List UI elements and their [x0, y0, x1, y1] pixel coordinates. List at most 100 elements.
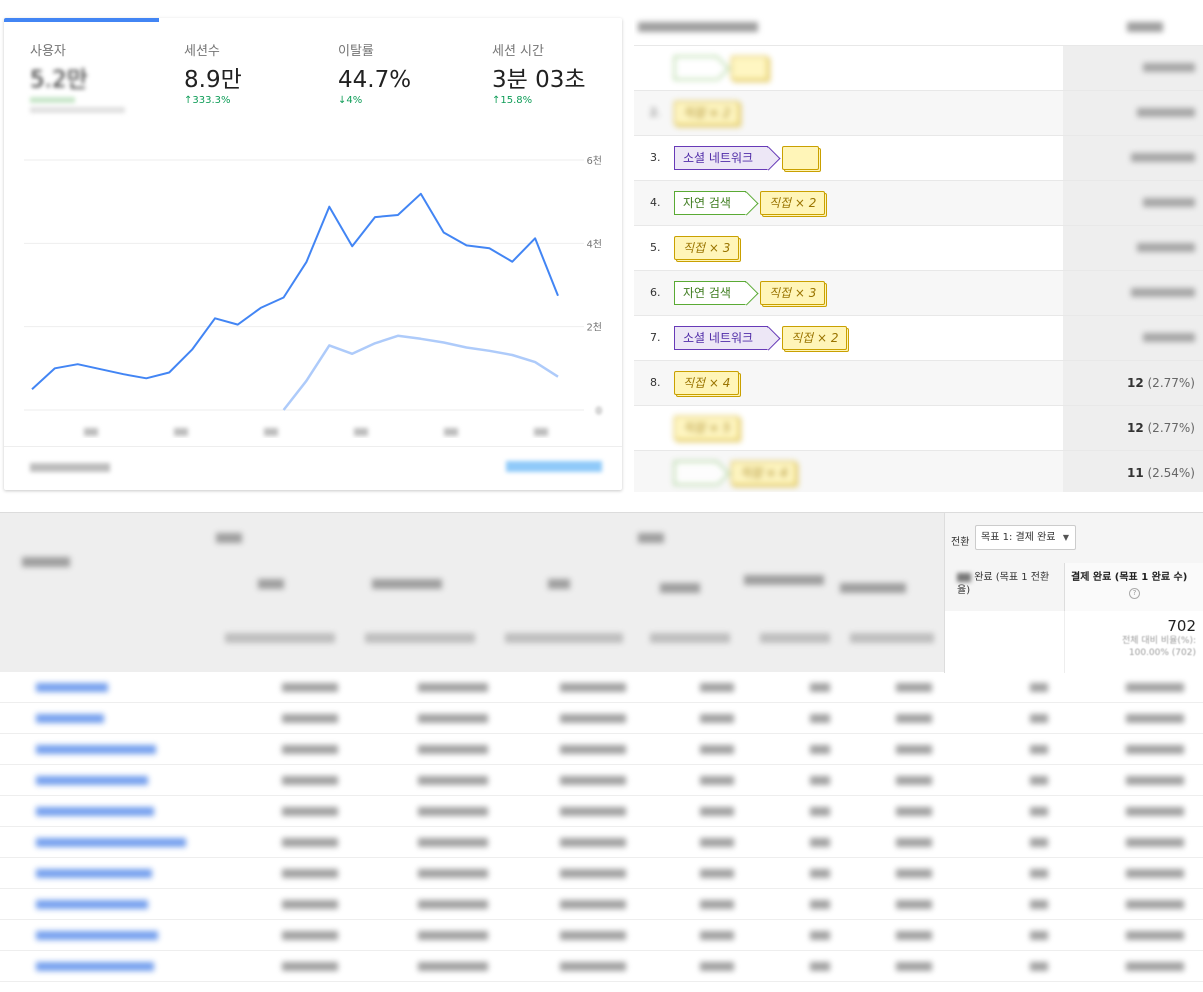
table-cell [810, 807, 830, 816]
table-cell [560, 962, 626, 971]
table-cell [560, 776, 626, 785]
conversion-count [1137, 108, 1195, 117]
path-row[interactable] [634, 45, 1203, 90]
metric-users[interactable]: 사용자 5.2만 [30, 40, 180, 119]
table-cell [1126, 745, 1184, 754]
col-header-sessions[interactable] [548, 579, 570, 589]
row-dimension-link[interactable] [36, 869, 152, 878]
table-cell [418, 807, 488, 816]
x-tick-label [84, 428, 98, 436]
table-row[interactable] [0, 703, 1203, 734]
conversion-count [1131, 288, 1195, 297]
table-cell [560, 807, 626, 816]
row-dimension-link[interactable] [36, 900, 148, 909]
table-row[interactable] [0, 951, 1203, 982]
table-cell [1030, 683, 1048, 692]
row-dimension-link[interactable] [36, 683, 108, 692]
help-icon[interactable]: ? [1129, 588, 1140, 599]
table-row[interactable] [0, 796, 1203, 827]
table-cell [1126, 838, 1184, 847]
paths-title [638, 22, 758, 32]
table-cell [896, 714, 932, 723]
table-cell [560, 900, 626, 909]
row-dimension-link[interactable] [36, 776, 148, 785]
goal-select[interactable]: 목표 1: 결제 완료 ▼ [975, 525, 1076, 550]
metric-label: 세션수 [184, 44, 220, 59]
channel-chip-organic [674, 461, 718, 485]
path-row[interactable]: 6. 자연 검색 직접 × 3 [634, 270, 1203, 315]
channel-chip-social: 소셜 네트워크 [674, 326, 769, 350]
table-row[interactable] [0, 827, 1203, 858]
table-cell [560, 683, 626, 692]
row-dimension-link[interactable] [36, 838, 186, 847]
metric-session-duration[interactable]: 세션 시간 3분 03초 ↑15.8% [492, 40, 622, 106]
col-header-bounce[interactable] [660, 583, 700, 593]
row-dimension-link[interactable] [36, 714, 104, 723]
x-tick-label [264, 428, 278, 436]
table-row[interactable] [0, 920, 1203, 951]
metric-bounce-rate[interactable]: 이탈률 44.7% ↓4% [338, 40, 488, 106]
path-row[interactable]: 직접 × 4 11 (2.54%) [634, 450, 1203, 492]
table-cell [700, 776, 734, 785]
conversion-panel: 전환 목표 1: 결제 완료 ▼ 완료 (목표 1 전환율) 결제 완료 (목표… [944, 513, 1203, 673]
table-cell [282, 807, 338, 816]
channel-chip-direct: 직접 × 3 [759, 281, 826, 305]
path-rank: 2. [650, 106, 661, 119]
table-cell [896, 962, 932, 971]
table-row[interactable] [0, 858, 1203, 889]
path-channels: 직접 × 4 [674, 460, 804, 486]
total-goal-rate [945, 611, 1065, 673]
path-row[interactable]: 직접 × 5 12 (2.77%) [634, 405, 1203, 450]
analytics-page: 사용자 5.2만 세션수 8.9만 ↑333.3% 이탈률 44.7% ↓4% … [0, 0, 1203, 992]
path-row[interactable]: 8. 직접 × 4 12 (2.77%) [634, 360, 1203, 405]
table-cell [1126, 900, 1184, 909]
path-row[interactable]: 5. 직접 × 3 [634, 225, 1203, 270]
col-header-goal-rate[interactable]: 완료 (목표 1 전환율) [945, 563, 1065, 611]
channel-chip-social: 소셜 네트워크 [674, 146, 769, 170]
path-channels: 자연 검색 직접 × 2 [674, 190, 833, 216]
col-header-duration[interactable] [840, 583, 906, 593]
col-header-goal-completions[interactable]: 결제 완료 (목표 1 완료 수) ? [1065, 563, 1203, 611]
row-dimension-link[interactable] [36, 807, 154, 816]
table-cell [1030, 745, 1048, 754]
overview-report-link[interactable] [506, 461, 602, 472]
conversion-count [1137, 243, 1195, 252]
table-cell [700, 745, 734, 754]
col-header-users[interactable] [258, 579, 284, 589]
table-cell [282, 931, 338, 940]
table-cell [700, 838, 734, 847]
x-tick-label [174, 428, 188, 436]
row-dimension-link[interactable] [36, 745, 156, 754]
col-header-new-users[interactable] [372, 579, 442, 589]
path-row[interactable]: 2. 직접 × 2 [634, 90, 1203, 135]
paths-column-header [1127, 22, 1163, 32]
table-cell [896, 869, 932, 878]
y-tick-label: 4천 [586, 238, 602, 250]
col-header-pages[interactable] [744, 575, 824, 585]
path-row[interactable]: 4. 자연 검색 직접 × 2 [634, 180, 1203, 225]
x-tick-label [534, 428, 548, 436]
path-channels: 직접 × 4 [674, 370, 747, 396]
path-channels: 직접 × 2 [674, 100, 747, 126]
metric-sessions[interactable]: 세션수 8.9만 ↑333.3% [184, 40, 334, 106]
row-dimension-link[interactable] [36, 962, 154, 971]
table-cell [1030, 776, 1048, 785]
table-cell [700, 807, 734, 816]
dimension-header[interactable] [22, 557, 70, 567]
path-channels: 자연 검색 직접 × 3 [674, 280, 833, 306]
path-row[interactable]: 3. 소셜 네트워크 [634, 135, 1203, 180]
metric-value: 44.7% [338, 67, 412, 93]
table-row[interactable] [0, 889, 1203, 920]
table-cell [418, 776, 488, 785]
table-cell [896, 838, 932, 847]
table-cell [810, 776, 830, 785]
table-cell [896, 931, 932, 940]
path-row[interactable]: 7. 소셜 네트워크 직접 × 2 [634, 315, 1203, 360]
table-row[interactable] [0, 672, 1203, 703]
table-row[interactable] [0, 765, 1203, 796]
table-cell [1126, 962, 1184, 971]
table-row[interactable] [0, 734, 1203, 765]
total-percent-value: 100.00% (702) [1128, 648, 1196, 658]
row-dimension-link[interactable] [36, 931, 158, 940]
path-conversions: 11 (2.54%) [1063, 451, 1203, 492]
